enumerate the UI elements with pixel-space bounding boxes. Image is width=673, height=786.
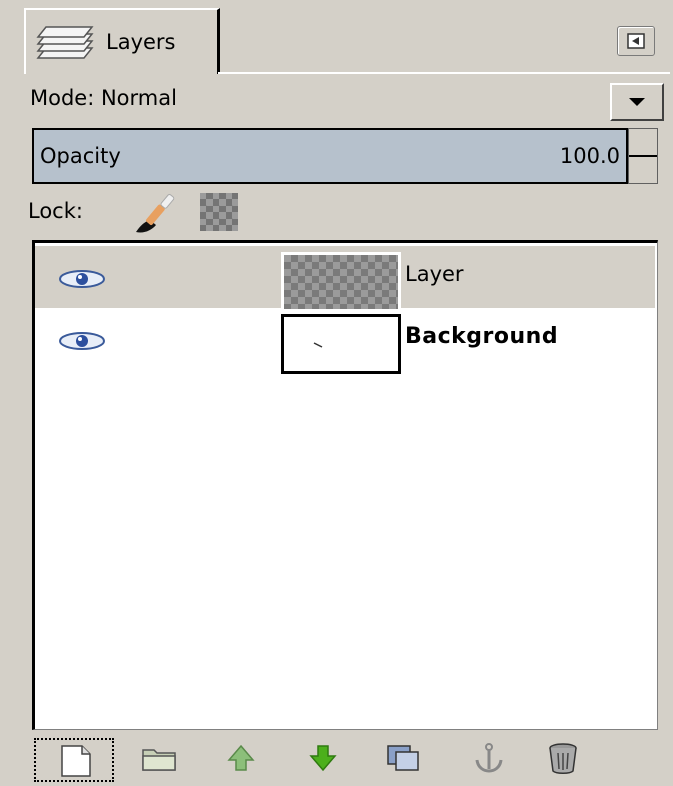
mode-dropdown-button[interactable] bbox=[610, 83, 664, 121]
tab-label: Layers bbox=[106, 30, 176, 54]
panel-menu-button[interactable] bbox=[617, 26, 655, 56]
lower-layer-icon[interactable] bbox=[304, 740, 342, 776]
lock-alpha-checker-icon[interactable] bbox=[200, 193, 238, 231]
opacity-value: 100.0 bbox=[559, 144, 620, 168]
new-layer-button[interactable] bbox=[34, 738, 114, 782]
layer-name: Background bbox=[405, 324, 559, 349]
visibility-eye-icon[interactable] bbox=[55, 328, 109, 354]
duplicate-layer-icon[interactable] bbox=[384, 740, 422, 776]
chevron-down-icon bbox=[629, 98, 645, 106]
layers-tab[interactable]: Layers bbox=[24, 8, 220, 74]
layer-name: Layer bbox=[405, 262, 464, 286]
mode-label: Mode: Normal bbox=[30, 86, 177, 110]
spin-divider bbox=[629, 155, 657, 157]
layer-row-layer[interactable]: Layer bbox=[35, 246, 655, 312]
layers-stack-icon bbox=[36, 26, 94, 59]
delete-layer-icon[interactable] bbox=[544, 740, 582, 776]
collapse-arrow-icon bbox=[627, 33, 645, 49]
opacity-spin-button[interactable] bbox=[628, 128, 658, 184]
anchor-layer-icon[interactable] bbox=[470, 740, 508, 776]
opacity-slider[interactable]: Opacity 100.0 bbox=[32, 128, 628, 184]
tab-divider bbox=[218, 72, 670, 74]
visibility-eye-icon[interactable] bbox=[55, 266, 109, 292]
lock-label: Lock: bbox=[28, 199, 83, 223]
background-thumbnail bbox=[281, 314, 401, 374]
layer-row-background[interactable]: Background bbox=[35, 308, 655, 374]
lock-pixels-brush-icon[interactable] bbox=[130, 192, 182, 236]
new-layer-group-icon[interactable] bbox=[140, 740, 178, 776]
raise-layer-icon[interactable] bbox=[222, 740, 260, 776]
opacity-label: Opacity bbox=[40, 144, 121, 168]
layer-list[interactable]: Layer Background bbox=[32, 240, 658, 730]
new-layer-icon bbox=[61, 745, 91, 777]
layer-thumbnail bbox=[281, 252, 401, 312]
